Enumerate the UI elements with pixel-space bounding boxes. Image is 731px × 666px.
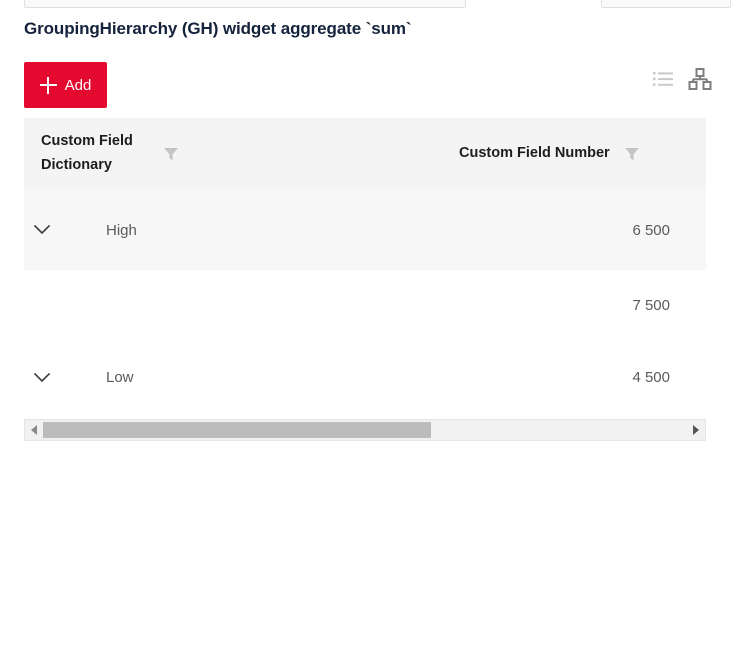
chevron-down-icon bbox=[33, 372, 51, 382]
table-row[interactable]: 7 500 bbox=[24, 270, 706, 340]
scrollbar-thumb[interactable] bbox=[43, 422, 431, 438]
plus-icon bbox=[39, 76, 57, 94]
cutoff-input-right[interactable] bbox=[601, 0, 731, 8]
filter-icon[interactable] bbox=[162, 145, 180, 163]
row-expander-button[interactable] bbox=[27, 363, 57, 393]
row-value-cell: 7 500 bbox=[442, 270, 706, 340]
scrollbar-track[interactable] bbox=[43, 420, 687, 440]
filter-icon[interactable] bbox=[623, 145, 641, 163]
scroll-left-button[interactable] bbox=[25, 420, 43, 440]
row-value: 4 500 bbox=[632, 369, 670, 386]
column-header-label: Custom Field Dictionary bbox=[41, 133, 133, 173]
row-group-cell bbox=[24, 270, 442, 340]
row-group-cell: Low bbox=[24, 340, 442, 415]
row-value-cell: 4 500 bbox=[442, 340, 706, 415]
scroll-right-button[interactable] bbox=[687, 420, 705, 440]
horizontal-scrollbar[interactable] bbox=[24, 419, 706, 441]
chevron-left-icon bbox=[31, 425, 37, 435]
row-value-cell: 6 500 bbox=[442, 190, 706, 270]
cutoff-input-left[interactable] bbox=[24, 0, 466, 8]
view-toggle-group bbox=[650, 66, 713, 92]
table-row[interactable]: High 6 500 bbox=[24, 190, 706, 270]
row-group-label: Low bbox=[106, 369, 134, 386]
toolbar: Add bbox=[0, 62, 731, 110]
list-view-icon bbox=[653, 72, 673, 86]
chevron-down-icon bbox=[33, 224, 51, 235]
grid-header-row: Custom Field Dictionary Custom Field Num… bbox=[24, 118, 706, 190]
page-title: GroupingHierarchy (GH) widget aggregate … bbox=[24, 19, 412, 38]
column-header-label: Custom Field Number bbox=[459, 145, 610, 162]
top-cutoff-strip bbox=[0, 0, 731, 10]
add-button[interactable]: Add bbox=[24, 62, 107, 108]
table-row[interactable]: Low 4 500 bbox=[24, 340, 706, 415]
row-value: 6 500 bbox=[632, 221, 670, 239]
row-group-label: High bbox=[106, 221, 137, 239]
chevron-right-icon bbox=[693, 425, 699, 435]
hierarchy-view-button[interactable] bbox=[687, 66, 713, 92]
hierarchy-view-icon bbox=[688, 68, 712, 90]
column-header-custom-field-dictionary[interactable]: Custom Field Dictionary bbox=[24, 118, 442, 190]
list-view-button[interactable] bbox=[650, 66, 676, 92]
data-grid: Custom Field Dictionary Custom Field Num… bbox=[24, 118, 706, 415]
add-button-label: Add bbox=[64, 76, 92, 94]
row-expander-button[interactable] bbox=[27, 215, 57, 245]
row-value: 7 500 bbox=[632, 296, 670, 314]
row-group-cell: High bbox=[24, 190, 442, 270]
column-header-custom-field-number[interactable]: Custom Field Number bbox=[442, 118, 706, 190]
